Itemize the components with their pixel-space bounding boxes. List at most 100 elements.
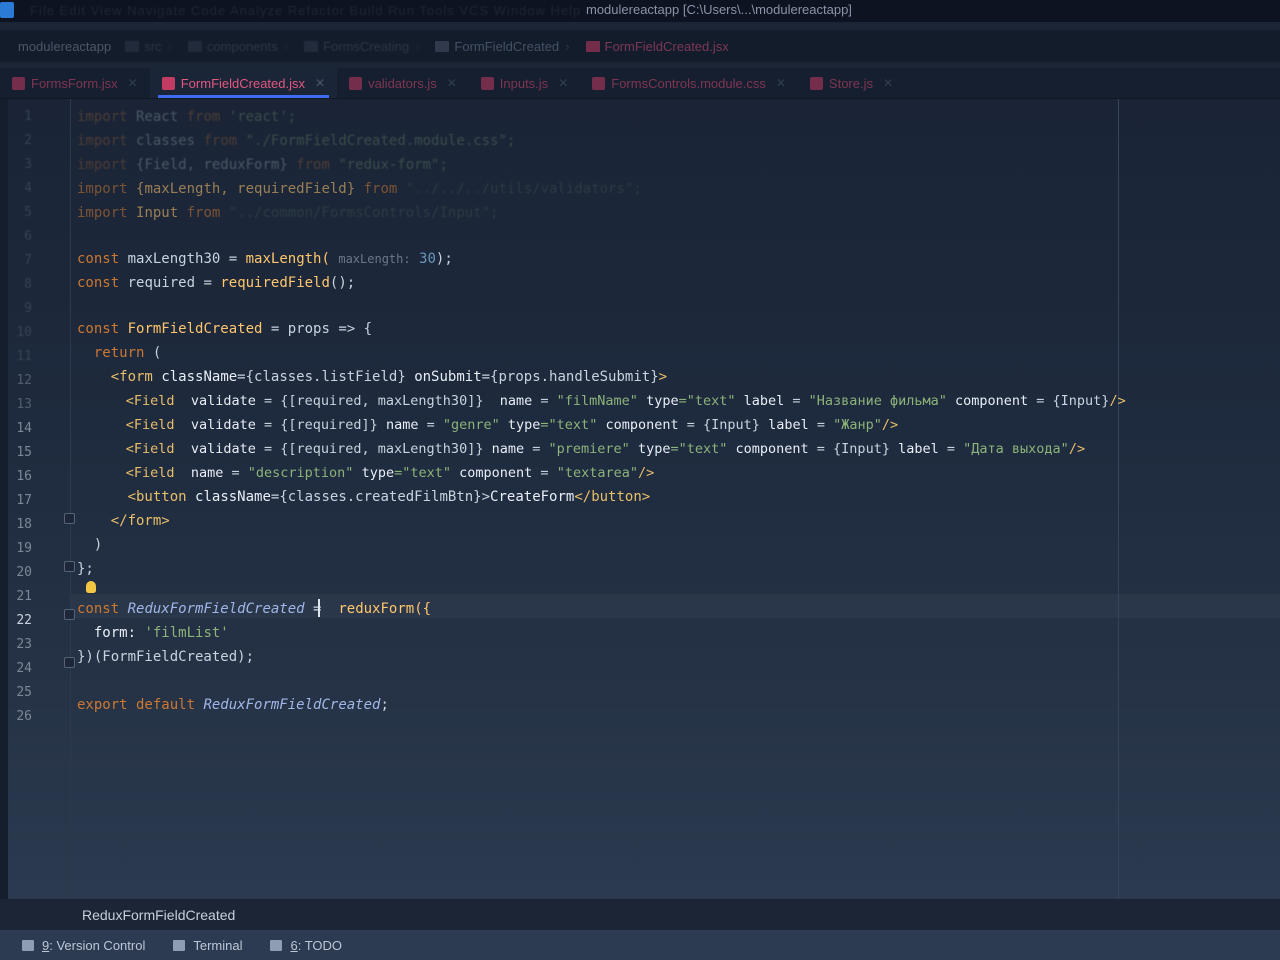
- breadcrumb-item-formfieldcreated[interactable]: FormFieldCreated ›: [435, 39, 575, 54]
- code-breadcrumb[interactable]: ReduxFormFieldCreated: [0, 905, 1280, 927]
- line-number: 21: [16, 589, 32, 604]
- css-file-icon: [592, 76, 606, 90]
- code-line-13[interactable]: <Field validate = {[required, maxLength3…: [77, 391, 1126, 411]
- tab-store[interactable]: Store.js ✕: [798, 68, 905, 98]
- tab-formfieldcreated[interactable]: FormFieldCreated.jsx ✕: [149, 68, 338, 98]
- close-icon[interactable]: ✕: [776, 76, 786, 90]
- code-line-26[interactable]: export default ReduxFormFieldCreated;: [77, 695, 389, 715]
- code-line-16[interactable]: <Field name = "description" type="text" …: [77, 463, 654, 483]
- close-icon[interactable]: ✕: [315, 76, 325, 90]
- line-number: 18: [16, 517, 32, 532]
- close-icon[interactable]: ✕: [558, 76, 568, 90]
- jsx-file-icon: [585, 40, 600, 52]
- code-line-24[interactable]: })(FormFieldCreated);: [77, 647, 254, 667]
- tab-formscontrols-css[interactable]: FormsControls.module.css ✕: [580, 68, 798, 98]
- line-number: 16: [16, 469, 32, 484]
- close-icon[interactable]: ✕: [883, 76, 893, 90]
- terminal-icon: [173, 939, 186, 951]
- tool-terminal[interactable]: Terminal: [173, 938, 242, 953]
- code-line-2[interactable]: import classes from "./FormFieldCreated.…: [77, 131, 515, 151]
- breadcrumb-item-components[interactable]: components ›: [187, 39, 294, 54]
- window-title: modulereactapp [C:\Users\...\modulereact…: [586, 2, 852, 17]
- folder-icon: [187, 40, 202, 52]
- code-line-3[interactable]: import {Field, reduxForm} from "redux-fo…: [77, 155, 448, 175]
- line-number: 25: [16, 685, 32, 700]
- tab-validators[interactable]: validators.js ✕: [337, 68, 469, 98]
- code-line-7[interactable]: const maxLength30 = maxLength( maxLength…: [77, 249, 453, 269]
- code-line-12[interactable]: <form className={classes.listField} onSu…: [77, 367, 667, 387]
- close-icon[interactable]: ✕: [447, 76, 457, 90]
- folder-icon: [304, 40, 319, 52]
- code-line-14[interactable]: <Field validate = {[required]} name = "g…: [77, 415, 898, 435]
- left-tool-strip[interactable]: [0, 99, 8, 899]
- folder-icon: [435, 40, 450, 52]
- js-file-icon: [480, 76, 494, 90]
- jsx-file-icon: [12, 76, 25, 90]
- js-file-icon: [809, 76, 823, 90]
- line-number: 9: [24, 301, 32, 316]
- line-number: 3: [24, 157, 32, 172]
- line-number-current: 22: [16, 613, 32, 628]
- breadcrumb-project[interactable]: modulereactapp: [18, 39, 111, 54]
- close-icon[interactable]: ✕: [128, 76, 138, 90]
- fold-marker-icon[interactable]: [64, 609, 75, 620]
- code-line-8[interactable]: const required = requiredField();: [77, 273, 355, 293]
- navigation-bar: modulereactapp src › components › FormsCre…: [0, 30, 1280, 62]
- text-caret: [318, 599, 320, 617]
- line-number: 6: [24, 229, 32, 244]
- version-control-icon: [22, 939, 34, 951]
- ide-logo-icon: [0, 2, 14, 18]
- tab-inputs[interactable]: Inputs.js ✕: [469, 68, 580, 98]
- line-number: 11: [16, 349, 32, 364]
- line-number: 5: [24, 205, 32, 220]
- lightbulb-icon[interactable]: [86, 581, 96, 593]
- breadcrumb-item-formscreating[interactable]: FormsCreating ›: [304, 39, 425, 54]
- fold-marker-icon[interactable]: [64, 657, 75, 668]
- line-number: 2: [24, 133, 32, 148]
- code-line-15[interactable]: <Field validate = {[required, maxLength3…: [77, 439, 1085, 459]
- breadcrumb-item-src[interactable]: src ›: [125, 39, 178, 54]
- code-line-18[interactable]: </form>: [77, 511, 170, 531]
- line-number: 26: [16, 709, 32, 724]
- line-number: 14: [16, 421, 32, 436]
- line-number: 15: [16, 445, 32, 460]
- line-number: 24: [16, 661, 32, 676]
- tool-todo[interactable]: 6: TODO: [270, 938, 342, 953]
- code-line-11[interactable]: return (: [77, 343, 161, 363]
- line-number: 17: [16, 493, 32, 508]
- fold-marker-icon[interactable]: [64, 561, 75, 572]
- tool-window-bar: 9: Version Control Terminal 6: TODO: [0, 930, 1280, 960]
- tool-version-control[interactable]: 9: Version Control: [22, 938, 145, 953]
- code-line-10[interactable]: const FormFieldCreated = props => {: [77, 319, 372, 339]
- code-line-5[interactable]: import Input from "../common/FormsContro…: [77, 203, 498, 223]
- todo-list-icon: [270, 939, 283, 951]
- line-number: 7: [24, 253, 32, 268]
- line-number: 4: [24, 181, 32, 196]
- code-line-23[interactable]: form: 'filmList': [77, 623, 229, 643]
- line-number: 23: [16, 637, 32, 652]
- line-number: 19: [16, 541, 32, 556]
- fold-marker-icon[interactable]: [64, 513, 75, 524]
- line-number-gutter[interactable]: 1 2 3 4 5 6 7 8 9 10 11 12 13 14 15 16 1…: [0, 99, 75, 899]
- code-breadcrumb-item[interactable]: ReduxFormFieldCreated: [82, 907, 235, 923]
- code-line-17[interactable]: <button className={classes.createdFilmBt…: [77, 487, 651, 507]
- main-menu[interactable]: File Edit View Navigate Code Analyze Ref…: [30, 3, 581, 18]
- line-number: 8: [24, 277, 32, 292]
- line-number: 20: [16, 565, 32, 580]
- breadcrumb-item-file[interactable]: FormFieldCreated.jsx: [585, 39, 729, 54]
- code-line-22[interactable]: const ReduxFormFieldCreated = reduxForm(…: [77, 599, 431, 619]
- js-file-icon: [349, 76, 363, 90]
- folder-icon: [125, 40, 140, 52]
- line-number: 1: [24, 109, 32, 124]
- line-number: 12: [16, 373, 32, 388]
- right-margin-guide: [1118, 99, 1119, 899]
- editor-tabs: FormsForm.jsx ✕ FormFieldCreated.jsx ✕ val…: [0, 68, 1280, 99]
- line-number: 10: [16, 325, 32, 340]
- code-editor[interactable]: 1 2 3 4 5 6 7 8 9 10 11 12 13 14 15 16 1…: [0, 99, 1280, 899]
- code-line-20[interactable]: };: [77, 559, 94, 579]
- title-bar: File Edit View Navigate Code Analyze Ref…: [0, 0, 1280, 22]
- tab-formsform[interactable]: FormsForm.jsx ✕: [0, 68, 150, 98]
- code-line-4[interactable]: import {maxLength, requiredField} from "…: [77, 179, 642, 199]
- code-line-1[interactable]: import React from 'react';: [77, 107, 296, 127]
- code-line-19[interactable]: ): [77, 535, 102, 555]
